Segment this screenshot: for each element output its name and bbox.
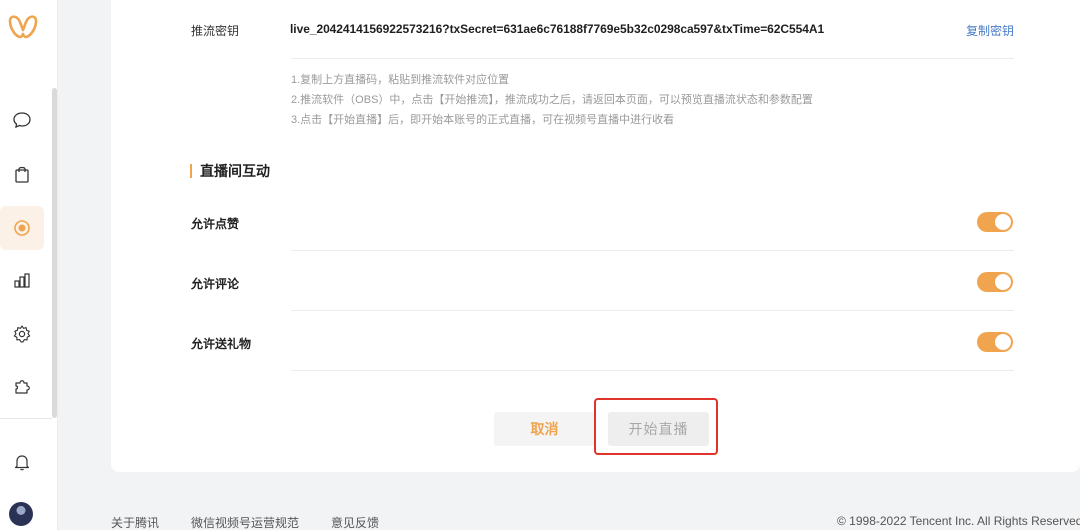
sidebar-item-shop[interactable]: [0, 152, 44, 196]
sidebar: [0, 0, 58, 530]
sidebar-divider: [0, 418, 52, 419]
copy-key-button[interactable]: 复制密钥: [966, 22, 1014, 39]
puzzle-icon: [15, 380, 30, 394]
instruction-line: 1.复制上方直播码，粘贴到推流软件对应位置: [291, 74, 510, 86]
footer-link-rules[interactable]: 微信视频号运营规范: [191, 514, 299, 530]
bell-icon: [14, 455, 30, 471]
cancel-button[interactable]: 取消: [494, 412, 595, 446]
user-avatar[interactable]: [9, 502, 33, 526]
stream-key-label: 推流密钥: [191, 24, 240, 38]
toggle-knob: [995, 214, 1011, 230]
shopping-bag-icon: [15, 166, 29, 183]
sidebar-item-messages[interactable]: [0, 98, 44, 142]
sidebar-item-settings[interactable]: [0, 312, 44, 356]
toggle-knob: [995, 334, 1011, 350]
live-settings-card: 推流密钥 live_2042414156922573216?txSecret=6…: [111, 0, 1080, 472]
divider: [291, 370, 1014, 371]
instruction-line: 3.点击【开始直播】后，即开始本账号的正式直播，可在视频号直播中进行收看: [291, 114, 675, 126]
sidebar-scrollbar[interactable]: [52, 88, 57, 418]
message-icon: [13, 112, 31, 129]
divider: [291, 250, 1014, 251]
sidebar-item-notifications[interactable]: [0, 440, 44, 484]
divider: [291, 310, 1014, 311]
stream-key-row: 推流密钥 live_2042414156922573216?txSecret=6…: [191, 22, 1014, 38]
allow-likes-label: 允许点赞: [191, 217, 240, 231]
interaction-section-title: 直播间互动: [190, 162, 270, 180]
divider: [291, 58, 1014, 59]
sidebar-item-live[interactable]: [0, 206, 44, 250]
stream-key-value: live_2042414156922573216?txSecret=631ae6…: [290, 22, 825, 36]
allow-gifts-label: 允许送礼物: [191, 337, 252, 351]
chart-icon: [14, 273, 30, 288]
allow-comments-toggle[interactable]: [977, 272, 1013, 292]
section-title-text: 直播间互动: [200, 163, 270, 179]
channels-logo-icon[interactable]: [6, 12, 40, 46]
footer-link-feedback[interactable]: 意见反馈: [331, 514, 379, 530]
sidebar-item-plugins[interactable]: [0, 364, 44, 408]
sidebar-item-data[interactable]: [0, 258, 44, 302]
section-accent-bar: [190, 164, 192, 178]
allow-comments-label: 允许评论: [191, 277, 240, 291]
allow-gifts-toggle[interactable]: [977, 332, 1013, 352]
copyright-text: © 1998-2022 Tencent Inc. All Rights Rese…: [837, 514, 1080, 528]
start-live-button[interactable]: 开始直播: [608, 412, 709, 446]
allow-likes-toggle[interactable]: [977, 212, 1013, 232]
footer-link-about[interactable]: 关于腾讯: [111, 514, 159, 530]
live-icon: [14, 220, 30, 236]
toggle-knob: [995, 274, 1011, 290]
stream-instructions: 1.复制上方直播码，粘贴到推流软件对应位置 2.推流软件（OBS）中，点击【开始…: [291, 70, 813, 130]
settings-gear-icon: [13, 325, 31, 343]
instruction-line: 2.推流软件（OBS）中，点击【开始推流】，推流成功之后，请返回本页面，可以预览…: [291, 94, 813, 106]
